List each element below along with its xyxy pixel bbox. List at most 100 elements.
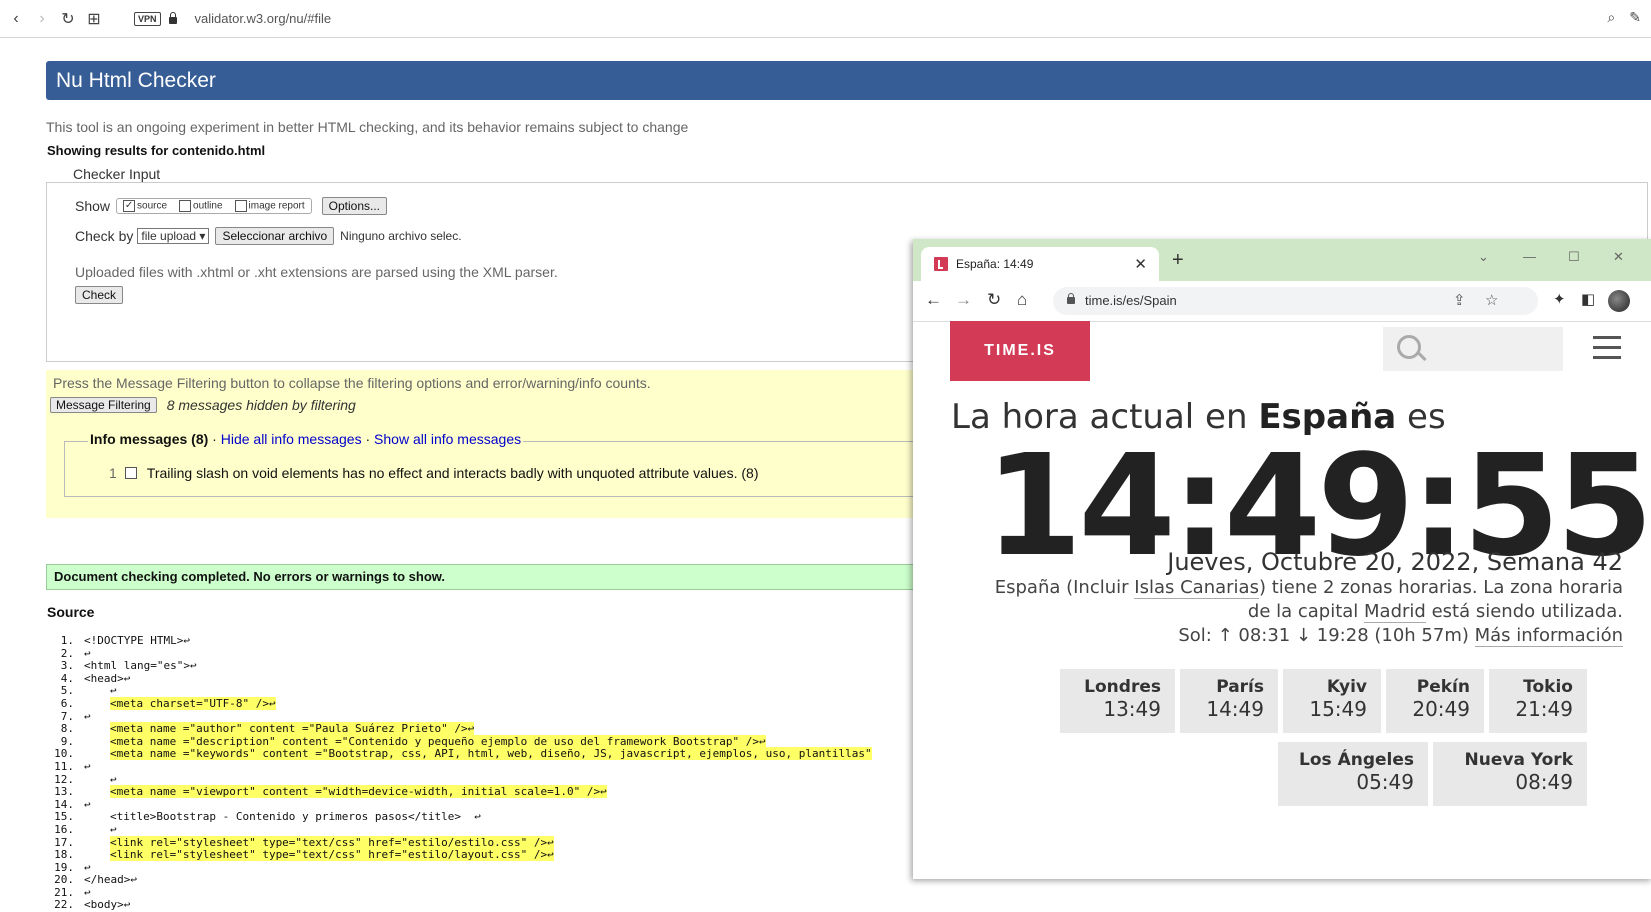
- city-card[interactable]: Tokio 21:49: [1489, 669, 1587, 733]
- minimize-icon[interactable]: —: [1523, 249, 1536, 264]
- tab-search-icon[interactable]: ⌄: [1478, 249, 1489, 265]
- line-text: <meta name ="viewport" content ="width=d…: [110, 785, 607, 799]
- search-icon[interactable]: ⌕: [1607, 9, 1615, 26]
- info-message-item: 1 Trailing slash on void elements has no…: [109, 465, 759, 481]
- city-card[interactable]: Kyiv 15:49: [1283, 669, 1381, 733]
- line-text: <meta name ="author" content ="Paula Suá…: [110, 722, 475, 736]
- line-number: 19.: [54, 860, 74, 874]
- vpn-badge[interactable]: VPN: [134, 11, 161, 26]
- source-line: 19. ↩: [48, 860, 918, 875]
- canarias-link[interactable]: Islas Canarias: [1134, 577, 1259, 599]
- show-row: Show ✓ source outline image report Option…: [75, 197, 388, 215]
- city-card[interactable]: Londres 13:49: [1060, 669, 1175, 733]
- grid-icon[interactable]: ⊞: [84, 9, 104, 29]
- line-text: <link rel="stylesheet" type="text/css" h…: [110, 835, 554, 849]
- line-number: 6.: [60, 696, 74, 710]
- date: Jueves, Octubre 20, 2022, Semana 42: [1167, 548, 1623, 576]
- options-button[interactable]: Options...: [321, 197, 388, 215]
- reload-icon[interactable]: ↻: [987, 290, 1001, 310]
- back-icon[interactable]: ‹: [6, 9, 26, 29]
- option-image-report[interactable]: image report: [234, 200, 305, 212]
- page-title: Nu Html Checker: [46, 61, 1651, 100]
- xml-note: Uploaded files with .xhtml or .xht exten…: [75, 264, 558, 280]
- line-number: 20.: [54, 873, 74, 887]
- source-line: 18. <link rel="stylesheet" type="text/css…: [48, 848, 918, 862]
- bookmark-star-icon[interactable]: ☆: [1485, 287, 1498, 315]
- search-icon: [1397, 335, 1421, 359]
- new-tab-icon[interactable]: +: [1172, 249, 1184, 272]
- line-text: ↩: [84, 646, 91, 660]
- line-text: ↩: [84, 709, 91, 723]
- checker-input-legend: Checker Input: [70, 166, 164, 182]
- browser-toolbar: ‹ › ↻ ⊞ VPN validator.w3.org/nu/#file ⌕ …: [0, 0, 1651, 38]
- close-tab-icon[interactable]: ✕: [1134, 255, 1147, 273]
- image-report-checkbox[interactable]: [234, 200, 247, 212]
- info-message-text: Trailing slash on void elements has no e…: [146, 465, 759, 481]
- page-subtitle: This tool is an ongoing experiment in be…: [46, 119, 689, 135]
- tab-strip: España: 14:49 ✕ + ⌄ — ☐ ✕: [913, 239, 1651, 281]
- line-number: 18.: [54, 848, 74, 862]
- tab-espana[interactable]: España: 14:49 ✕: [921, 247, 1159, 281]
- address-bar[interactable]: validator.w3.org/nu/#file: [195, 11, 332, 26]
- filter-hint: Press the Message Filtering button to co…: [53, 375, 651, 391]
- lock-icon: [168, 12, 177, 24]
- close-window-icon[interactable]: ✕: [1613, 249, 1624, 265]
- city-card[interactable]: Los Ángeles 05:49: [1278, 742, 1428, 806]
- timeis-logo[interactable]: TIME.IS: [950, 321, 1090, 381]
- message-filtering-button[interactable]: Message Filtering: [50, 397, 157, 413]
- source-line: 21. ↩: [48, 885, 918, 900]
- source-line: 15. <title>Bootstrap - Contenido y primer…: [48, 811, 918, 824]
- address-bar[interactable]: time.is/es/Spain ⇪ ☆: [1053, 287, 1538, 315]
- menu-icon[interactable]: [1593, 336, 1621, 366]
- source-line: 16. ↩: [48, 823, 918, 837]
- extensions-icon[interactable]: ✦: [1553, 290, 1566, 308]
- line-number: 11.: [54, 759, 74, 773]
- info-message-checkbox[interactable]: [124, 467, 137, 479]
- profile-avatar[interactable]: [1608, 290, 1630, 312]
- site-search[interactable]: [1383, 327, 1563, 371]
- city-card[interactable]: Nueva York 08:49: [1433, 742, 1587, 806]
- timezone-info: España (Incluir Islas Canarias) tiene 2 …: [994, 577, 1623, 623]
- source-line: 6. <meta charset="UTF-8" />↩: [48, 696, 918, 711]
- share-icon[interactable]: ⇪: [1453, 287, 1466, 315]
- option-source[interactable]: ✓ source: [123, 200, 167, 212]
- source-line: 11. ↩: [48, 759, 918, 774]
- line-text: ↩: [84, 885, 91, 899]
- hidden-messages-count: 8 messages hidden by filtering: [166, 397, 356, 413]
- maximize-icon[interactable]: ☐: [1568, 249, 1580, 265]
- forward-icon[interactable]: →: [955, 290, 972, 310]
- city-card[interactable]: Pekín 20:49: [1386, 669, 1484, 733]
- check-button[interactable]: Check: [75, 286, 124, 304]
- line-text: </head>↩: [84, 873, 137, 887]
- source-line: 10. <meta name ="keywords" content ="Boot…: [48, 747, 918, 761]
- line-text: <body>↩: [84, 898, 131, 912]
- source-checkbox[interactable]: ✓: [123, 200, 136, 212]
- more-info-link[interactable]: Más información: [1474, 625, 1623, 647]
- line-text: <head>↩: [84, 671, 131, 685]
- check-by-label: Check by: [75, 228, 134, 244]
- home-icon[interactable]: ⌂: [1017, 290, 1027, 310]
- edit-icon[interactable]: ✎: [1629, 9, 1641, 26]
- line-text: ↩: [110, 772, 117, 786]
- back-icon[interactable]: ←: [925, 290, 942, 310]
- lock-icon: [1067, 293, 1075, 304]
- file-select-button[interactable]: Seleccionar archivo: [215, 227, 335, 245]
- check-by-select[interactable]: file upload ▾: [137, 228, 210, 244]
- outline-checkbox[interactable]: [179, 200, 192, 212]
- check-row: Check: [75, 286, 124, 304]
- show-info-link[interactable]: Show all info messages: [374, 431, 521, 447]
- check-by-row: Check by file upload ▾ Seleccionar archi…: [75, 227, 462, 245]
- info-messages-title: Info messages (8): [90, 431, 209, 447]
- forward-icon[interactable]: ›: [32, 9, 52, 29]
- side-panel-icon[interactable]: ◧: [1581, 290, 1595, 308]
- hide-info-link[interactable]: Hide all info messages: [221, 431, 362, 447]
- madrid-link[interactable]: Madrid: [1364, 601, 1426, 623]
- line-number: 1.: [60, 634, 74, 647]
- line-text: ↩: [84, 860, 91, 874]
- reload-icon[interactable]: ↻: [58, 9, 78, 29]
- city-card[interactable]: París 14:49: [1180, 669, 1278, 733]
- source-line: 20. </head>↩: [48, 873, 918, 887]
- line-text: <link rel="stylesheet" type="text/css" h…: [110, 848, 554, 862]
- option-outline[interactable]: outline: [179, 200, 223, 212]
- source-line: 3. <html lang="es">↩: [48, 659, 918, 673]
